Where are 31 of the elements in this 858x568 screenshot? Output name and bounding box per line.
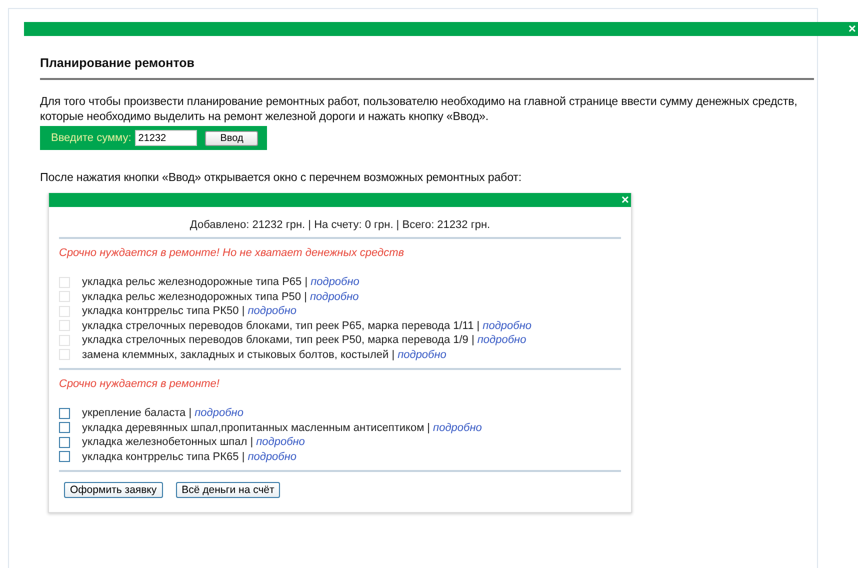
item-label: укладка железнобетонных шпал | (82, 436, 254, 448)
intro-text: Для того чтобы произвести планирование ремонтных работ, пользователю необходимо на главной странице ввести сумму денежных средств, которые необходимо выделить на ремонт железной дороги и нажать кнопку «Ввод». (40, 94, 798, 124)
sum-label: Введите сумму: (51, 132, 132, 144)
close-icon[interactable]: × (848, 22, 858, 36)
after-text: После нажатия кнопки «Ввод» открывается окно с перечнем возможных ремонтных работ: (40, 170, 523, 185)
summary-text: Добавлено: 21232 грн. | На счету: 0 грн. | Всего: 21232 грн. (59, 207, 621, 239)
item-label: укладка контррельс типа РК50 | (82, 305, 245, 318)
section-title: Срочно нуждается в ремонте! Но не хватает денежных средств (59, 247, 405, 259)
section-title: Срочно нуждается в ремонте! (59, 378, 220, 390)
dialog-button[interactable]: Оформить заявку (64, 482, 163, 498)
details-link[interactable]: подробно (433, 422, 482, 434)
sum-input[interactable]: 21232 (135, 130, 198, 146)
close-icon[interactable]: × (621, 193, 631, 207)
item-label: замена клеммных, закладных и стыковых болтов, костылей | (82, 348, 395, 361)
checkbox[interactable] (59, 408, 70, 419)
item-label: укладка контррельс типа РК65 | (82, 450, 245, 463)
enter-button[interactable]: Ввод (205, 130, 258, 146)
details-link[interactable]: подробно (256, 436, 305, 448)
item-label: укладка стрелочных переводов блоками, тип реек Р50, марка перевода 1/9 | (82, 334, 474, 346)
checkbox[interactable] (59, 451, 70, 462)
page-heading: Планирование ремонтов (40, 56, 814, 80)
item-label: укладка рельс железнодорожные типа Р65 | (82, 276, 308, 288)
dialog-button[interactable]: Всё деньги на счёт (176, 482, 280, 498)
item-label: укладка стрелочных переводов блоками, тип реек Р65, марка перевода 1/11 | (82, 320, 480, 332)
item-label: укладка деревянных шпал,пропитанных масленным антисептиком | (82, 422, 430, 434)
details-link[interactable]: подробно (248, 450, 297, 463)
details-link[interactable]: подробно (194, 407, 244, 420)
checkbox[interactable] (59, 436, 70, 448)
item-label: укрепление баласта | (82, 407, 192, 420)
item-label: укладка рельс железнодорожных типа Р50 | (82, 290, 307, 303)
checkbox[interactable] (59, 422, 70, 434)
